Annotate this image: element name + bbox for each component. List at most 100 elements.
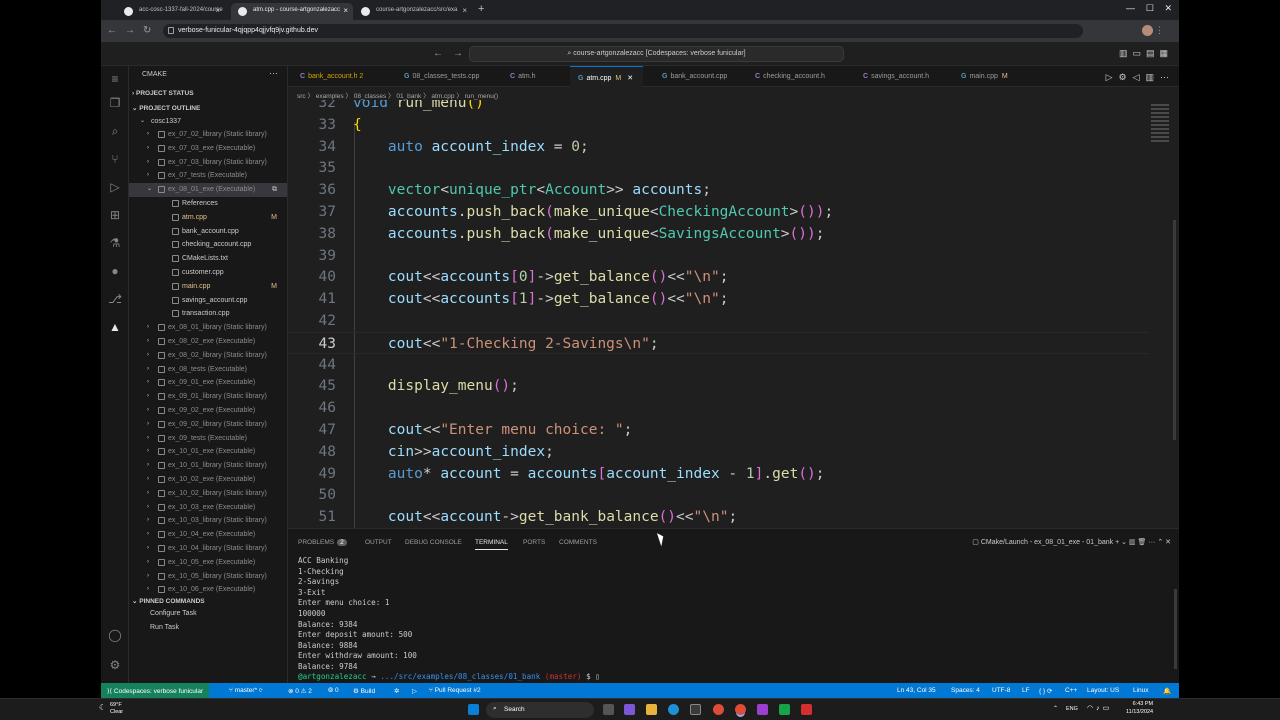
keyboard-layout[interactable]: Layout: US — [1087, 687, 1119, 694]
task-view-icon[interactable] — [603, 704, 614, 715]
panel-tab[interactable]: PROBLEMS 2 — [298, 539, 347, 546]
code-line[interactable]: 46 — [288, 397, 1148, 419]
tree-item[interactable]: › ex_10_01_exe (Executable) — [129, 445, 287, 459]
command-center[interactable]: ⌕ course-artgonzalezacc [Codespaces: ver… — [469, 46, 844, 62]
code-editor[interactable]: 32 void run_menu() 33 {34 auto account_inde… — [288, 100, 1179, 528]
tree-item[interactable]: › ex_10_01_library (Static library) — [129, 459, 287, 473]
settings-gear-icon[interactable]: ⚙ — [108, 658, 122, 672]
code-line[interactable]: 43 cout<<"1-Checking 2-Savings\n"; — [288, 331, 1148, 354]
close-tab-icon[interactable]: ✕ — [627, 75, 633, 82]
language-braces-icon[interactable]: { } ⟳ — [1039, 687, 1052, 695]
cursor-position[interactable]: Ln 43, Col 35 — [897, 687, 936, 694]
encoding-status[interactable]: UTF-8 — [992, 687, 1010, 694]
tree-item[interactable]: › ex_10_02_exe (Executable) — [129, 473, 287, 487]
tree-item[interactable]: CMakeLists.txt — [129, 252, 287, 266]
tree-item[interactable]: savings_account.cpp — [129, 294, 287, 308]
editor-tab[interactable]: Catm.h — [502, 66, 546, 87]
testing-icon[interactable]: ⚗ — [108, 236, 122, 250]
minimize-icon[interactable]: — — [1126, 3, 1135, 13]
eol-status[interactable]: LF — [1022, 687, 1030, 694]
recording-app-icon[interactable] — [801, 704, 812, 715]
panel-tab[interactable]: OUTPUT — [365, 539, 392, 546]
branch-status[interactable]: ⑂ master* ⟳ — [229, 687, 263, 694]
panel-tab[interactable]: PORTS — [523, 539, 545, 546]
trash-icon[interactable]: 🗑 — [1138, 539, 1149, 546]
extensions-icon[interactable]: ⊞ — [108, 208, 122, 222]
terminal-app-icon[interactable] — [779, 704, 790, 715]
editor-tab[interactable]: Csavings_account.h — [855, 66, 939, 87]
ports-status[interactable]: ⦾ 0 — [328, 687, 339, 695]
tree-item[interactable]: › ex_08_tests (Executable) — [129, 363, 287, 377]
search-icon[interactable]: ⌕ — [108, 124, 122, 138]
tree-item[interactable]: ⌄ ex_08_01_exe (Executable) ⧉ — [129, 183, 287, 197]
language-indicator[interactable]: ENG — [1066, 706, 1078, 712]
notifications-icon[interactable]: 🔔 — [1163, 687, 1171, 695]
explorer-icon[interactable]: ❐ — [108, 96, 122, 110]
build-button[interactable]: ⚙ Build — [353, 687, 375, 695]
tree-item[interactable]: › ex_08_02_library (Static library) — [129, 349, 287, 363]
history-nav-icon[interactable]: ←→ — [433, 48, 473, 59]
problems-status[interactable]: ⊗ 0 ⚠ 2 — [288, 687, 312, 695]
pinned-commands-header[interactable]: ⌄ PINNED COMMANDS — [132, 597, 205, 605]
code-line[interactable]: 37 accounts.push_back(make_unique<Checki… — [288, 201, 1148, 223]
close-panel-icon[interactable]: ✕ — [1165, 539, 1171, 546]
start-menu-icon[interactable] — [468, 704, 479, 715]
layout-toggle-icons[interactable]: ▥▭▤▦ — [1119, 48, 1173, 59]
breadcrumb[interactable]: src 〉 examples 〉 08_classes 〉 01_bank 〉 … — [288, 87, 1179, 101]
minimap[interactable] — [1151, 104, 1169, 150]
code-line[interactable]: 35 — [288, 157, 1148, 179]
debug-icon[interactable]: ✲ — [394, 687, 399, 695]
panel-tab[interactable]: TERMINAL — [475, 539, 508, 550]
tree-item[interactable]: › ex_09_01_library (Static library) — [129, 390, 287, 404]
browser-tab-1[interactable]: acc-cosc-1337-fall-2024/course × — [117, 3, 225, 20]
code-line[interactable]: 50 — [288, 484, 1148, 506]
tree-item[interactable]: customer.cpp — [129, 266, 287, 280]
nav-buttons-icon[interactable]: ←→↻ — [107, 25, 159, 36]
account-icon[interactable]: ◯ — [108, 628, 122, 642]
tree-item[interactable]: › ex_07_03_exe (Executable) — [129, 142, 287, 156]
editor-tab[interactable]: G 08_classes_tests.cpp — [396, 66, 489, 87]
code-line[interactable]: 45 display_menu(); — [288, 375, 1148, 397]
site-info-icon[interactable] — [168, 27, 174, 34]
remote-explorer-icon[interactable]: ⎇ — [108, 292, 122, 306]
remote-indicator[interactable]: ⟩⟨ Codespaces: verbose funicular — [101, 683, 210, 698]
code-line[interactable]: 44 — [288, 354, 1148, 376]
panel-tab[interactable]: COMMENTS — [559, 539, 597, 546]
code-line[interactable]: 42 — [288, 310, 1148, 332]
network-volume-battery-icons[interactable]: ◠♪▭ — [1087, 704, 1112, 712]
editor-scrollbar[interactable] — [1173, 220, 1176, 440]
terminal-scrollbar[interactable] — [1174, 589, 1177, 669]
menu-icon[interactable]: ≡ — [108, 72, 122, 86]
indentation-status[interactable]: Spaces: 4 — [951, 687, 980, 694]
editor-tab[interactable]: Cbank_account.h 2 — [292, 66, 373, 87]
url-input[interactable]: verbose-funicular-4qjqpp4qjjvfq9jv.githu… — [163, 24, 1083, 38]
tree-item[interactable]: bank_account.cpp — [129, 225, 287, 239]
launch-target-icon[interactable]: ⧉ — [272, 183, 277, 197]
taskbar-search[interactable]: ⌕ Search — [486, 702, 594, 718]
code-line[interactable]: 38 accounts.push_back(make_unique<Saving… — [288, 223, 1148, 245]
platform-status[interactable]: Linux — [1133, 687, 1149, 694]
tree-item[interactable]: References — [129, 197, 287, 211]
panel-tab[interactable]: DEBUG CONSOLE — [405, 539, 462, 546]
tree-item[interactable]: › ex_10_04_exe (Executable) — [129, 528, 287, 542]
code-line[interactable]: 39 — [288, 245, 1148, 267]
browser-menu-icon[interactable]: ⋮ — [1155, 25, 1171, 36]
new-tab-icon[interactable]: + — [478, 3, 484, 15]
editor-tab[interactable]: Gbank_account.cpp — [654, 66, 737, 87]
project-status-header[interactable]: › PROJECT STATUS — [132, 90, 194, 97]
terminal-prompt[interactable]: @artgonzalezacc → .../src/examples/08_cl… — [298, 672, 600, 681]
tree-item[interactable]: › ex_10_03_library (Static library) — [129, 514, 287, 528]
code-line[interactable]: 32 void run_menu() — [288, 100, 1148, 114]
browser-tab-3[interactable]: course-artgonzalezacc/src/exa × — [354, 3, 472, 20]
code-line[interactable]: 41 cout<<accounts[1]->get_balance()<<"\n… — [288, 288, 1148, 310]
tree-item[interactable]: › ex_08_02_exe (Executable) — [129, 335, 287, 349]
editor-actions-icons[interactable]: ▷⚙◁▥⋯ — [1106, 72, 1175, 83]
tree-item[interactable]: › ex_10_02_library (Static library) — [129, 487, 287, 501]
tree-item[interactable]: › ex_09_02_library (Static library) — [129, 418, 287, 432]
tree-root[interactable]: ⌄ cosc1337 — [129, 115, 287, 129]
cmake-icon[interactable]: ▲ — [108, 320, 122, 334]
edge-icon[interactable] — [668, 704, 679, 715]
maximize-panel-icon[interactable]: ⌃ — [1157, 539, 1165, 546]
source-control-icon[interactable]: ⑂ — [108, 152, 122, 166]
tree-item[interactable]: › ex_07_02_library (Static library) — [129, 128, 287, 142]
